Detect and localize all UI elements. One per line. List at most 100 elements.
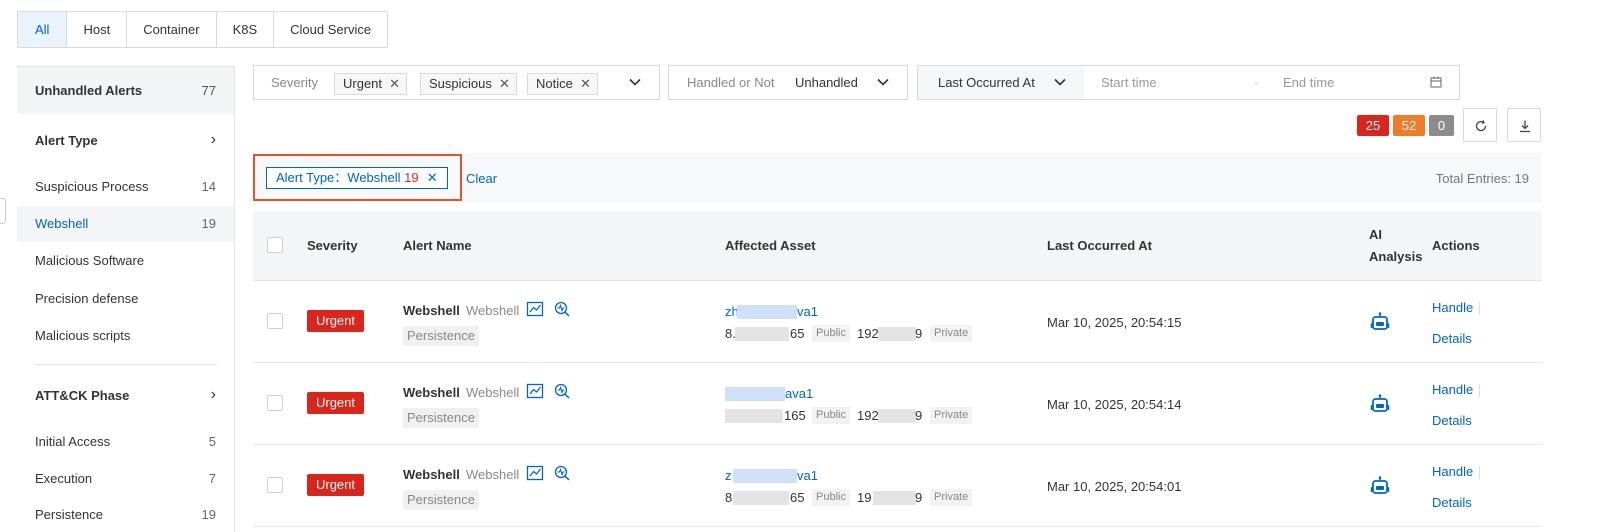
close-icon[interactable]: ✕ bbox=[499, 74, 510, 94]
calendar-icon[interactable] bbox=[1430, 76, 1442, 88]
details-link[interactable]: Details bbox=[1432, 331, 1472, 346]
collapse-sidebar-handle[interactable] bbox=[0, 198, 6, 224]
public-tag: Public bbox=[812, 407, 850, 424]
tab-all[interactable]: All bbox=[18, 12, 68, 47]
select-all-checkbox[interactable] bbox=[267, 237, 283, 253]
details-link[interactable]: Details bbox=[1432, 495, 1472, 510]
handle-link[interactable]: Handle bbox=[1432, 300, 1473, 315]
tab-cloud-service[interactable]: Cloud Service bbox=[274, 12, 387, 47]
asset-name-prefix[interactable]: z bbox=[725, 468, 732, 483]
asset-name-suffix[interactable]: va1 bbox=[797, 304, 818, 319]
attck-phase-section[interactable]: ATT&CK Phase › bbox=[17, 378, 234, 414]
sidebar-item-suspicious-process[interactable]: Suspicious Process 14 bbox=[17, 169, 234, 205]
table-row[interactable]: Urgent Webshell Webshell Persistence ava… bbox=[253, 363, 1542, 445]
chevron-down-icon[interactable] bbox=[627, 74, 643, 90]
chart-icon[interactable] bbox=[526, 382, 544, 400]
total-entries: Total Entries: 19 bbox=[1435, 171, 1529, 186]
ai-robot-icon[interactable] bbox=[1369, 393, 1391, 415]
redacted-block bbox=[873, 491, 916, 505]
public-tag: Public bbox=[812, 489, 850, 506]
sidebar-item-malicious-software[interactable]: Malicious Software bbox=[17, 243, 234, 279]
end-time-input[interactable]: End time bbox=[1283, 75, 1334, 90]
chevron-down-icon[interactable] bbox=[875, 74, 891, 90]
download-button[interactable] bbox=[1507, 108, 1541, 142]
refresh-button[interactable] bbox=[1463, 108, 1497, 142]
public-ip-prefix: 8 bbox=[725, 490, 733, 505]
severity-chip-notice[interactable]: Notice ✕ bbox=[527, 73, 598, 95]
redacted-block bbox=[735, 327, 789, 341]
unhandled-alerts-header[interactable]: Unhandled Alerts 77 bbox=[17, 67, 234, 114]
tab-host[interactable]: Host bbox=[67, 12, 128, 47]
sidebar-item-initial-access[interactable]: Initial Access 5 bbox=[17, 424, 234, 460]
handle-link[interactable]: Handle bbox=[1432, 464, 1473, 479]
suspicious-count-badge: 52 bbox=[1393, 115, 1425, 136]
public-ip-suffix: 65 bbox=[790, 326, 805, 341]
handle-link[interactable]: Handle bbox=[1432, 382, 1473, 397]
row-checkbox[interactable] bbox=[267, 313, 283, 329]
investigate-icon[interactable] bbox=[553, 300, 571, 318]
sidebar-item-webshell[interactable]: Webshell 19 bbox=[17, 206, 234, 242]
sidebar-item-malicious-scripts[interactable]: Malicious scripts bbox=[17, 318, 234, 354]
severity-chip-urgent[interactable]: Urgent ✕ bbox=[334, 73, 408, 95]
chart-icon[interactable] bbox=[526, 464, 544, 482]
investigate-icon[interactable] bbox=[553, 382, 571, 400]
sidebar-item-label: Initial Access bbox=[35, 434, 111, 449]
column-actions: Actions bbox=[1432, 238, 1480, 253]
sidebar-item-label: Suspicious Process bbox=[35, 179, 149, 194]
tab-container[interactable]: Container bbox=[127, 12, 217, 47]
sidebar-item-label: Malicious Software bbox=[35, 253, 145, 268]
clear-filters-link[interactable]: Clear bbox=[466, 171, 497, 186]
severity-filter[interactable]: Severity Urgent ✕ Suspicious ✕ Notice ✕ bbox=[253, 65, 660, 100]
close-icon[interactable]: ✕ bbox=[427, 168, 438, 188]
column-affected-asset[interactable]: Affected Asset bbox=[725, 238, 816, 253]
sidebar-item-label: Malicious scripts bbox=[35, 328, 131, 343]
last-occurred-time: Mar 10, 2025, 20:54:01 bbox=[1047, 479, 1182, 494]
chart-icon[interactable] bbox=[526, 300, 544, 318]
alert-name[interactable]: Webshell bbox=[403, 385, 460, 400]
filter-tag-label: Alert Type：Webshell bbox=[276, 170, 401, 185]
sidebar-item-label: Webshell bbox=[35, 216, 89, 231]
sidebar-divider bbox=[35, 364, 217, 365]
sidebar-item-precision-defense[interactable]: Precision defense bbox=[17, 281, 234, 317]
unhandled-alerts-count: 77 bbox=[201, 83, 216, 98]
asset-name-suffix[interactable]: va1 bbox=[797, 468, 818, 483]
sidebar-item-label: Execution bbox=[35, 471, 93, 486]
date-field-select[interactable]: Last Occurred At bbox=[918, 66, 1084, 99]
alert-type-section[interactable]: Alert Type › bbox=[17, 123, 234, 159]
table-row[interactable]: Urgent Webshell Webshell Persistence zh … bbox=[253, 281, 1542, 363]
chevron-right-icon: › bbox=[210, 386, 216, 403]
urgent-count-badge: 25 bbox=[1357, 115, 1389, 136]
redacted-block bbox=[725, 387, 785, 401]
alert-name[interactable]: Webshell bbox=[403, 303, 460, 318]
refresh-icon bbox=[1475, 120, 1487, 132]
details-link[interactable]: Details bbox=[1432, 413, 1472, 428]
tab-k8s[interactable]: K8S bbox=[217, 12, 275, 47]
tactic-tag: Persistence bbox=[403, 408, 479, 428]
severity-chip-suspicious[interactable]: Suspicious ✕ bbox=[420, 73, 517, 95]
alert-type-filter-tag[interactable]: Alert Type：Webshell 19 ✕ bbox=[266, 167, 448, 189]
unhandled-alerts-label: Unhandled Alerts bbox=[35, 83, 143, 98]
column-last-occurred[interactable]: Last Occurred At bbox=[1047, 238, 1152, 253]
ai-robot-icon[interactable] bbox=[1369, 475, 1391, 497]
row-checkbox[interactable] bbox=[267, 477, 283, 493]
handled-filter[interactable]: Handled or Not Unhandled bbox=[668, 65, 908, 100]
severity-filter-label: Severity bbox=[271, 75, 318, 90]
alert-name[interactable]: Webshell bbox=[403, 467, 460, 482]
sidebar-item-count: 7 bbox=[208, 471, 216, 486]
download-icon bbox=[1520, 120, 1530, 133]
close-icon[interactable]: ✕ bbox=[580, 74, 591, 94]
sidebar-item-count: 5 bbox=[208, 434, 216, 449]
table-row[interactable]: Urgent Webshell Webshell Persistence z v… bbox=[253, 445, 1542, 527]
column-severity[interactable]: Severity bbox=[307, 238, 358, 253]
ai-robot-icon[interactable] bbox=[1369, 311, 1391, 333]
start-time-input[interactable]: Start time bbox=[1101, 75, 1157, 90]
column-alert-name[interactable]: Alert Name bbox=[403, 238, 472, 253]
sidebar-item-count: 14 bbox=[201, 179, 216, 194]
sidebar-item-execution[interactable]: Execution 7 bbox=[17, 461, 234, 497]
sidebar-item-label: Precision defense bbox=[35, 291, 139, 306]
investigate-icon[interactable] bbox=[553, 464, 571, 482]
sidebar-item-persistence[interactable]: Persistence 19 bbox=[17, 497, 234, 532]
asset-name-suffix[interactable]: ava1 bbox=[785, 386, 813, 401]
row-checkbox[interactable] bbox=[267, 395, 283, 411]
close-icon[interactable]: ✕ bbox=[389, 74, 400, 94]
